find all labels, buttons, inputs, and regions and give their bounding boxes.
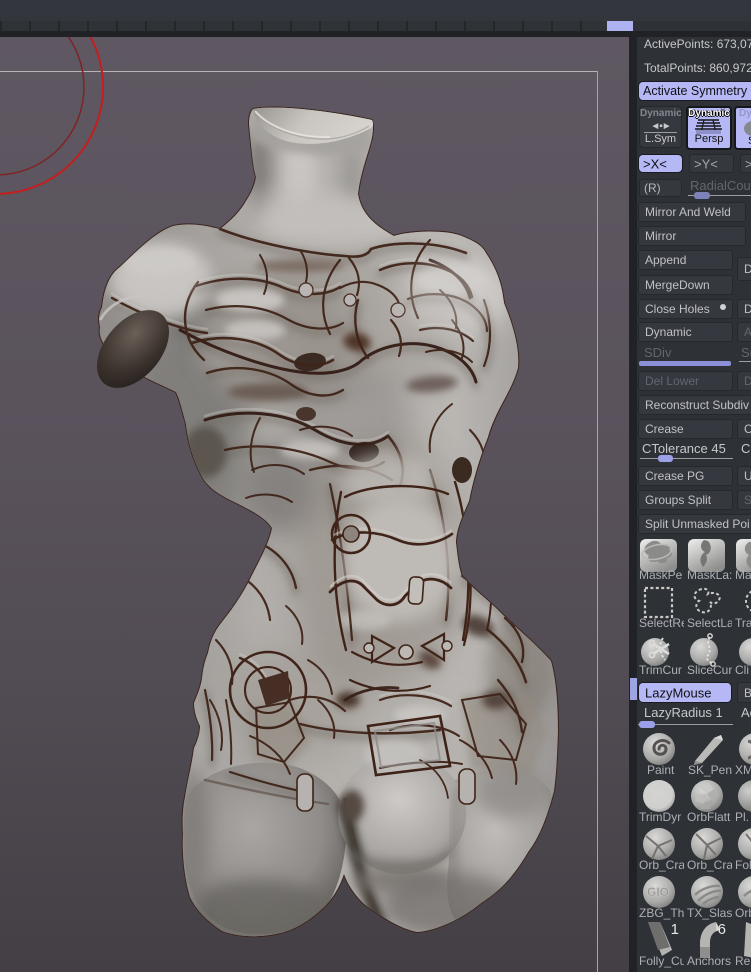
svg-text:GIO: GIO (647, 885, 669, 899)
